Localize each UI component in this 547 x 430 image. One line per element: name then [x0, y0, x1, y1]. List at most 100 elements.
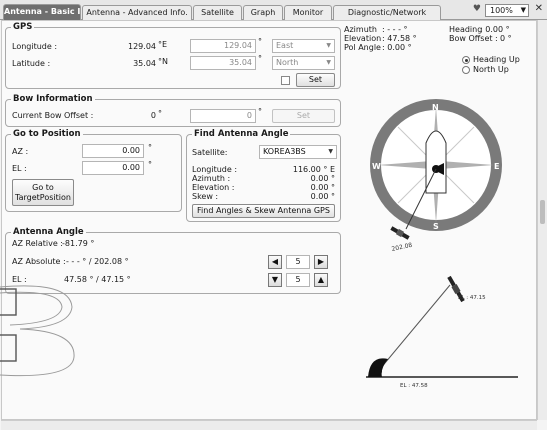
az-relative-label: AZ Relative : [12, 239, 63, 248]
status-elevation-label: Elevation [344, 34, 382, 43]
gps-latitude-unit: °N [158, 57, 168, 66]
status-elevation-value: : 47.58 ° [382, 34, 417, 43]
longitude-direction-value: East [276, 41, 294, 50]
current-el-label: EL : 47.58 [400, 383, 428, 389]
gps-group: GPS Longitude : 129.04 °E Latitude : 35.… [5, 22, 341, 89]
vertical-scrollbar[interactable] [537, 20, 547, 420]
deg-mark: ° [258, 54, 262, 63]
gps-manual-checkbox[interactable] [281, 76, 290, 85]
status-heading-label: Heading [449, 25, 483, 34]
el-step-input[interactable]: 5 [286, 273, 310, 287]
tab-antenna-basic-info[interactable]: Antenna - Basic Info. [3, 4, 81, 20]
bow-information-title: Bow Information [11, 94, 95, 104]
gps-set-button[interactable]: Set [296, 73, 335, 87]
deg-mark: ° [258, 37, 262, 46]
goto-az-input[interactable]: 0.00 [82, 144, 144, 158]
zoom-select[interactable]: 100% ▼ [485, 4, 529, 17]
az-step-input[interactable]: 5 [286, 255, 310, 269]
longitude-direction-select[interactable]: East ▼ [272, 39, 335, 53]
status-azimuth-label: Azimuth [344, 25, 377, 34]
compass-s-label: S [433, 222, 439, 231]
goto-el-input[interactable]: 0.00 [82, 161, 144, 175]
chevron-down-icon: ▼ [326, 59, 331, 66]
satellite-select-value: KOREA3BS [263, 147, 306, 156]
chevron-down-icon: ▼ [326, 42, 331, 49]
target-el-label: EL : 47.15 [458, 295, 486, 301]
az-right-button[interactable]: ▶ [314, 255, 328, 269]
chevron-down-icon: ▼ [520, 6, 526, 14]
find-antenna-angle-title: Find Antenna Angle [192, 129, 291, 139]
pin-icon[interactable]: ♥ [473, 4, 481, 14]
bow-set-button[interactable]: Set [272, 109, 335, 123]
status-azimuth-value: : - - - ° [382, 25, 408, 34]
bow-offset-input[interactable]: 0 [190, 109, 256, 123]
status-pol-angle-label: Pol Angle [344, 43, 381, 52]
deg-mark: ° [158, 109, 162, 118]
antenna-angle-title: Antenna Angle [11, 227, 86, 237]
tab-antenna-advanced-info[interactable]: Antenna - Advanced Info. [82, 5, 192, 20]
find-azimuth-value: 0.00 ° [310, 174, 335, 183]
az-absolute-value: - - - ° / 202.08 ° [66, 257, 129, 266]
elevation-view-graphic: EL : 47.15 EL : 47.58 [366, 275, 518, 389]
satellite-select[interactable]: KOREA3BS ▼ [259, 145, 337, 159]
gps-longitude-input[interactable]: 129.04 [190, 39, 256, 53]
deg-mark: ° [148, 160, 152, 169]
find-angles-skew-button[interactable]: Find Angles & Skew Antenna GPS [192, 204, 335, 218]
gps-longitude-value: 129.04 [128, 42, 156, 51]
find-skew-value: 0.00 ° [310, 192, 335, 201]
latitude-direction-select[interactable]: North ▼ [272, 56, 335, 70]
bow-offset-label: Current Bow Offset : [12, 111, 94, 120]
goto-az-label: AZ : [12, 147, 29, 156]
tab-diagnostic-network[interactable]: Diagnostic/Network [333, 5, 441, 20]
gps-longitude-label: Longitude : [12, 42, 58, 51]
az-relative-value: -81.79 ° [62, 239, 95, 248]
status-bow-offset-value: 0 ° [500, 34, 512, 43]
go-to-position-group: Go to Position AZ : 0.00 ° EL : 0.00 ° G… [5, 129, 182, 212]
scroll-thumb[interactable] [540, 200, 545, 224]
status-pol-angle-value: : 0.00 ° [382, 43, 412, 52]
close-icon[interactable]: ✕ [535, 3, 543, 14]
horizontal-scrollbar[interactable] [1, 420, 537, 430]
find-elevation-label: Elevation : [192, 183, 235, 192]
bow-information-group: Bow Information Current Bow Offset : 0 °… [5, 94, 341, 127]
compass-n-label: N [432, 103, 439, 112]
tab-satellite[interactable]: Satellite [193, 5, 242, 20]
compass-satellite-label: 202.08 [391, 242, 413, 253]
chevron-down-icon: ▼ [328, 148, 333, 155]
north-up-radio[interactable] [462, 66, 470, 74]
el-up-button[interactable]: ▲ [314, 273, 328, 287]
gps-latitude-input[interactable]: 35.04 [190, 56, 256, 70]
heading-up-radio[interactable] [462, 56, 470, 64]
compass-graphic: N S W E 202.08 [370, 99, 502, 253]
north-up-label: North Up [473, 65, 509, 74]
find-antenna-angle-group: Find Antenna Angle Satellite: KOREA3BS ▼… [186, 129, 341, 222]
gps-title: GPS [11, 22, 35, 32]
tab-graph[interactable]: Graph [243, 5, 283, 20]
go-to-position-title: Go to Position [11, 129, 83, 139]
compass-w-label: W [372, 162, 381, 171]
az-absolute-label: AZ Absolute : [12, 257, 66, 266]
find-elevation-value: 0.00 ° [310, 183, 335, 192]
compass-e-label: E [494, 162, 499, 171]
find-longitude-label: Longitude : [192, 165, 238, 174]
gps-longitude-unit: °E [158, 40, 168, 49]
tab-monitor[interactable]: Monitor [284, 5, 332, 20]
watermark-graphic [0, 285, 75, 377]
antenna-base-icon [374, 367, 382, 375]
status-bow-offset-label: Bow Offset : [449, 34, 498, 43]
gps-latitude-label: Latitude : [12, 59, 51, 68]
bow-offset-value: 0 [150, 111, 156, 120]
heading-up-label: Heading Up [473, 55, 520, 64]
go-to-target-position-button[interactable]: Go to TargetPosition [12, 179, 74, 206]
latitude-direction-value: North [276, 58, 299, 67]
find-longitude-value: 116.00 ° E [292, 165, 335, 174]
az-left-button[interactable]: ◀ [268, 255, 282, 269]
find-satellite-label: Satellite: [192, 148, 228, 157]
goto-el-label: EL : [12, 164, 27, 173]
deg-mark: ° [258, 107, 262, 116]
status-heading-value: : 0.00 ° [480, 25, 510, 34]
main-panel: GPS Longitude : 129.04 °E Latitude : 35.… [0, 20, 537, 420]
el-down-button[interactable]: ▼ [268, 273, 282, 287]
gps-latitude-value: 35.04 [133, 59, 156, 68]
deg-mark: ° [148, 143, 152, 152]
